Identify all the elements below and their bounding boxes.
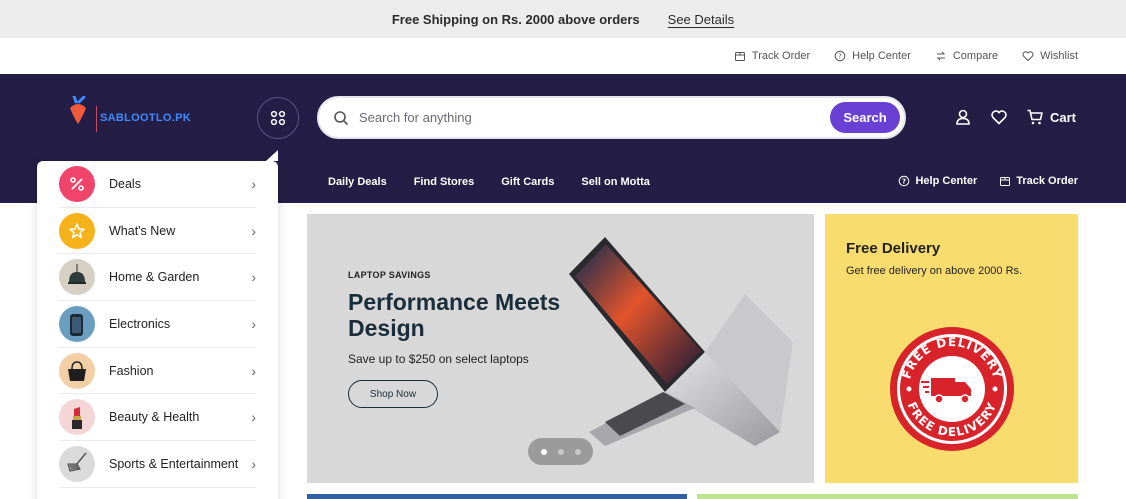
announcement-message: Free Shipping on Rs. 2000 above orders bbox=[391, 11, 640, 27]
carrot-logo-icon bbox=[70, 94, 86, 124]
announcement-bar: Free Shipping on Rs. 2000 above orders S… bbox=[0, 0, 1126, 38]
laptop-image bbox=[569, 237, 793, 446]
shop-now-button[interactable]: Shop Now bbox=[348, 380, 438, 408]
utility-compare[interactable]: Compare bbox=[935, 50, 998, 62]
main-nav: Daily Deals Find Stores Gift Cards Sell … bbox=[328, 176, 650, 188]
hero-eyebrow: LAPTOP SAVINGS bbox=[348, 270, 431, 280]
user-icon[interactable] bbox=[954, 108, 972, 126]
lamp-icon bbox=[59, 259, 95, 296]
free-delivery-promo[interactable]: Free Delivery Get free delivery on above… bbox=[825, 214, 1078, 483]
header-actions: Cart bbox=[954, 108, 1076, 126]
category-item-sports-entertainment[interactable]: Sports & Entertainment › bbox=[59, 441, 256, 488]
category-label: Fashion bbox=[109, 363, 154, 378]
category-item-fashion[interactable]: Fashion › bbox=[59, 348, 256, 395]
category-label: Beauty & Health bbox=[109, 410, 200, 425]
category-label: Sports & Entertainment bbox=[109, 456, 239, 471]
heart-icon bbox=[1022, 51, 1034, 62]
utility-track-order[interactable]: Track Order bbox=[734, 50, 810, 62]
phone-icon bbox=[59, 305, 95, 342]
search-button[interactable]: Search bbox=[830, 102, 900, 133]
carousel-dot[interactable] bbox=[574, 448, 581, 455]
utility-label: Wishlist bbox=[1040, 50, 1078, 62]
help-circle-icon: ? bbox=[834, 50, 846, 62]
compare-arrows-icon bbox=[936, 51, 946, 61]
see-details-link[interactable]: See Details bbox=[668, 12, 734, 27]
chevron-right-icon: › bbox=[251, 175, 256, 192]
carousel-dot[interactable] bbox=[557, 448, 564, 455]
svg-text:?: ? bbox=[838, 53, 842, 61]
chevron-right-icon: › bbox=[251, 409, 256, 426]
site-logo[interactable]: SABLOOTLO.PK bbox=[62, 94, 192, 142]
banner-strip-blue bbox=[307, 494, 687, 499]
chevron-right-icon: › bbox=[251, 222, 256, 239]
category-item-deals[interactable]: Deals › bbox=[59, 161, 256, 208]
golf-club-icon bbox=[59, 445, 95, 482]
svg-text:?: ? bbox=[902, 178, 906, 186]
cart-label: Cart bbox=[1050, 109, 1077, 125]
nav-help-center[interactable]: ? Help Center bbox=[898, 175, 977, 187]
utility-label: Compare bbox=[952, 50, 999, 62]
hero-subtitle: Save up to $250 on select laptops bbox=[348, 352, 529, 366]
grid-dots-icon bbox=[270, 110, 286, 126]
chevron-right-icon: › bbox=[251, 362, 256, 379]
star-icon bbox=[59, 212, 95, 249]
utility-help-center[interactable]: ? Help Center bbox=[834, 50, 911, 62]
banner-strip-green bbox=[697, 494, 1078, 499]
category-menu-button[interactable] bbox=[257, 97, 299, 139]
nav-sell-on-motta[interactable]: Sell on Motta bbox=[581, 176, 649, 188]
category-label: Home & Garden bbox=[109, 270, 200, 285]
carousel-dots bbox=[528, 438, 593, 465]
help-circle-icon: ? bbox=[899, 175, 910, 187]
nav-track-order[interactable]: Track Order bbox=[999, 175, 1078, 187]
promo-title: Free Delivery bbox=[846, 240, 941, 257]
nav-right-label: Help Center bbox=[915, 175, 978, 187]
chevron-right-icon: › bbox=[251, 269, 256, 286]
carousel-dot[interactable] bbox=[540, 448, 547, 455]
category-label: Deals bbox=[109, 176, 141, 191]
category-item-home-garden[interactable]: Home & Garden › bbox=[59, 254, 256, 302]
hero-title: Performance Meets Design bbox=[348, 289, 561, 341]
category-label: Electronics bbox=[109, 316, 171, 331]
cart-icon bbox=[1027, 109, 1043, 125]
logo-divider bbox=[96, 106, 97, 132]
nav-right: ? Help Center Track Order bbox=[898, 175, 1078, 187]
search-input[interactable] bbox=[359, 110, 830, 125]
logo-text: SABLOOTLO.PK bbox=[100, 112, 191, 124]
utility-label: Help Center bbox=[852, 50, 911, 62]
lipstick-icon bbox=[59, 399, 95, 436]
hero-banner[interactable]: LAPTOP SAVINGS Performance Meets Design … bbox=[307, 214, 814, 483]
utility-bar: Track Order ? Help Center Compare Wishli… bbox=[0, 38, 1126, 74]
nav-daily-deals[interactable]: Daily Deals bbox=[328, 176, 387, 188]
category-label: What's New bbox=[109, 223, 176, 238]
handbag-icon bbox=[59, 352, 95, 389]
wishlist-heart-icon[interactable] bbox=[990, 108, 1008, 126]
search-bar: Search bbox=[317, 96, 906, 139]
nav-find-stores[interactable]: Find Stores bbox=[414, 176, 475, 188]
utility-label: Track Order bbox=[751, 50, 811, 62]
category-item-whats-new[interactable]: What's New › bbox=[59, 208, 256, 255]
chevron-right-icon: › bbox=[251, 315, 256, 332]
category-dropdown: Deals › What's New › Home & Garden › Ele… bbox=[37, 150, 278, 499]
nav-right-label: Track Order bbox=[1016, 175, 1078, 187]
category-item-electronics[interactable]: Electronics › bbox=[59, 301, 256, 348]
nav-gift-cards[interactable]: Gift Cards bbox=[501, 176, 554, 188]
chevron-right-icon: › bbox=[251, 455, 256, 472]
cart-button[interactable]: Cart bbox=[1026, 108, 1076, 126]
search-icon bbox=[334, 110, 349, 125]
category-item-beauty-health[interactable]: Beauty & Health › bbox=[59, 394, 256, 442]
percent-icon bbox=[59, 165, 95, 202]
promo-subtitle: Get free delivery on above 2000 Rs. bbox=[846, 265, 1023, 277]
package-icon bbox=[1000, 177, 1011, 186]
package-icon bbox=[734, 52, 745, 61]
utility-wishlist[interactable]: Wishlist bbox=[1022, 50, 1078, 62]
free-delivery-seal-icon: FREE DELIVERY FREE DELIVERY bbox=[890, 327, 1014, 451]
